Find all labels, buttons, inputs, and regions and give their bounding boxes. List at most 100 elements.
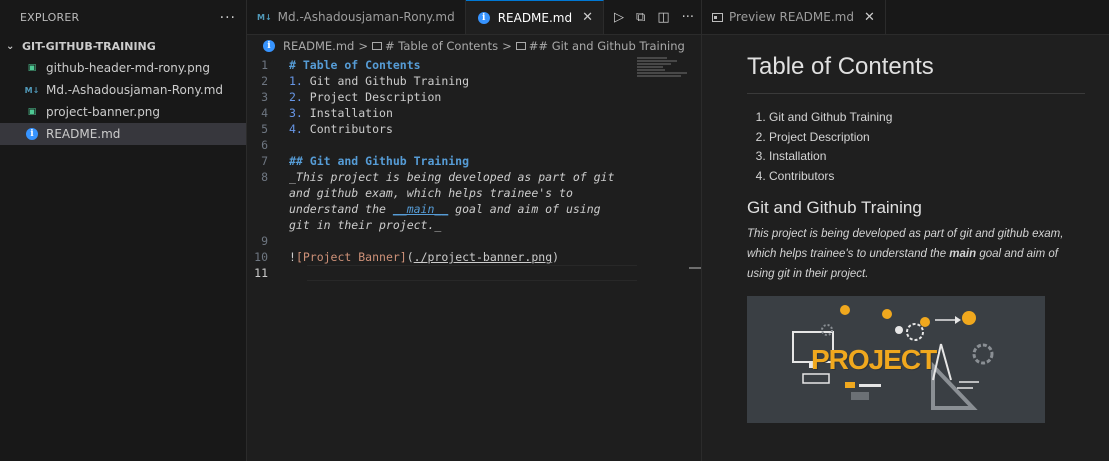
tab-readme-md[interactable]: i README.md ✕	[465, 0, 605, 34]
code-line: 1 # Table of Contents	[247, 57, 701, 73]
list-marker: 2.	[289, 90, 303, 104]
code-text: and github exam, which helps trainee's t…	[289, 186, 573, 200]
file-md-ashadousjaman-rony[interactable]: M↓ Md.-Ashadousjaman-Rony.md	[0, 79, 246, 101]
code-line: 9	[247, 233, 701, 249]
code-text: ## Git and Github Training	[289, 154, 470, 168]
line-number	[247, 217, 289, 233]
code-text: Contributors	[302, 122, 393, 136]
code-line-wrapped: and github exam, which helps trainee's t…	[247, 185, 701, 201]
list-marker: 1.	[289, 74, 303, 88]
vscode-window: EXPLORER ··· ⌄ GIT-GITHUB-TRAINING ▣ git…	[0, 0, 1109, 461]
code-bold-text: __main__	[392, 202, 449, 216]
explorer-sidebar: EXPLORER ··· ⌄ GIT-GITHUB-TRAINING ▣ git…	[0, 0, 247, 461]
tab-md-ashadousjaman-rony[interactable]: M↓ Md.-Ashadousjaman-Rony.md	[247, 0, 466, 34]
line-number: 8	[261, 170, 268, 184]
preview-toc-list: Git and Github Training Project Descript…	[747, 108, 1085, 186]
breadcrumb-file[interactable]: README.md	[283, 39, 354, 53]
line-number: 11	[254, 266, 268, 280]
symbol-string-icon	[371, 42, 382, 50]
file-readme-md[interactable]: i README.md	[0, 123, 246, 145]
code-text: # Table of Contents	[289, 58, 421, 72]
list-item: Contributors	[769, 167, 1085, 187]
line-number: 3	[261, 90, 268, 104]
preview-content: Table of Contents Git and Github Trainin…	[702, 35, 1109, 423]
breadcrumb-item[interactable]: # Table of Contents	[385, 39, 498, 53]
code-text: Git and Github Training	[302, 74, 470, 88]
code-line-wrapped: git in their project._	[247, 217, 701, 233]
code-line: 6	[247, 137, 701, 153]
tab-label: README.md	[497, 10, 573, 25]
markdown-icon: M↓	[24, 85, 40, 95]
list-item: Installation	[769, 147, 1085, 167]
file-label: Md.-Ashadousjaman-Rony.md	[46, 83, 224, 97]
line-number: 10	[254, 250, 268, 264]
more-actions-icon[interactable]: ···	[682, 10, 694, 25]
breadcrumb-item[interactable]: ## Git and Github Training	[529, 39, 685, 53]
split-editor-icon[interactable]: ◫	[657, 10, 669, 25]
list-marker: 4.	[289, 122, 303, 136]
code-text: _This project is being developed as part…	[289, 170, 615, 184]
open-preview-icon[interactable]: ⧉	[636, 10, 645, 25]
list-item: Project Description	[769, 128, 1085, 148]
code-editor[interactable]: 1 # Table of Contents 2 1. Git and Githu…	[247, 57, 701, 461]
preview-heading-1: Table of Contents	[747, 53, 1085, 94]
preview-icon	[712, 12, 723, 22]
code-text: goal and aim of using	[448, 202, 601, 216]
image-icon: ▣	[27, 63, 37, 73]
line-number: 5	[261, 122, 268, 136]
tab-preview-readme[interactable]: Preview README.md ✕	[702, 0, 886, 34]
run-icon[interactable]: ▷	[614, 10, 624, 25]
code-text: understand the	[289, 202, 393, 216]
code-line: 7 ## Git and Github Training	[247, 153, 701, 169]
chevron-down-icon: ⌄	[6, 40, 15, 52]
project-banner-image: PROJECT	[747, 296, 1045, 423]
line-number: 9	[261, 234, 268, 248]
code-line-current: 11	[247, 265, 701, 281]
line-number	[247, 201, 289, 217]
explorer-more-icon[interactable]: ···	[220, 10, 236, 26]
line-number: 7	[261, 154, 268, 168]
code-text: (	[406, 250, 414, 264]
breadcrumb-separator: >	[502, 39, 512, 53]
info-icon: i	[477, 11, 490, 24]
list-item: Git and Github Training	[769, 108, 1085, 128]
code-text: git in their project._	[289, 218, 442, 232]
folder-git-github-training[interactable]: ⌄ GIT-GITHUB-TRAINING	[0, 35, 246, 57]
link-url[interactable]: ./project-banner.png	[414, 250, 552, 264]
code-line: 4 3. Installation	[247, 105, 701, 121]
code-text: Installation	[302, 106, 393, 120]
line-number: 2	[261, 74, 268, 88]
symbol-string-icon	[515, 42, 526, 50]
image-icon: ▣	[27, 107, 37, 117]
line-number: 6	[261, 138, 268, 152]
line-number: 4	[261, 106, 268, 120]
folder-label: GIT-GITHUB-TRAINING	[22, 39, 156, 53]
list-marker: 3.	[289, 106, 303, 120]
link-alt-text: [Project Banner]	[295, 250, 407, 264]
code-line-wrapped: understand the __main__ goal and aim of …	[247, 201, 701, 217]
file-label: project-banner.png	[46, 105, 161, 119]
banner-text: PROJECT	[811, 344, 937, 375]
info-icon: i	[263, 40, 275, 52]
code-line: 3 2. Project Description	[247, 89, 701, 105]
explorer-title: EXPLORER	[20, 11, 80, 24]
editor-tabbar: M↓ Md.-Ashadousjaman-Rony.md i README.md…	[247, 0, 701, 35]
paragraph-bold-text: main	[949, 248, 977, 260]
file-label: README.md	[46, 127, 121, 141]
file-github-header-png[interactable]: ▣ github-header-md-rony.png	[0, 57, 246, 79]
code-text: !	[289, 250, 296, 264]
file-project-banner-png[interactable]: ▣ project-banner.png	[0, 101, 246, 123]
preview-paragraph: This project is being developed as part …	[747, 224, 1085, 284]
file-label: github-header-md-rony.png	[46, 61, 210, 75]
tab-label: Md.-Ashadousjaman-Rony.md	[277, 10, 455, 24]
code-text: )	[552, 250, 560, 264]
preview-tabbar: Preview README.md ✕	[702, 0, 1109, 35]
code-line: 8 _This project is being developed as pa…	[247, 169, 701, 185]
close-icon[interactable]: ✕	[864, 10, 875, 25]
editor-actions: ▷ ⧉ ◫ ···	[604, 0, 704, 34]
markdown-preview-group: Preview README.md ✕ Table of Contents Gi…	[701, 0, 1109, 461]
close-icon[interactable]: ✕	[582, 10, 593, 25]
code-line: 2 1. Git and Github Training	[247, 73, 701, 89]
current-line-highlight	[307, 265, 637, 281]
line-number	[247, 185, 289, 201]
